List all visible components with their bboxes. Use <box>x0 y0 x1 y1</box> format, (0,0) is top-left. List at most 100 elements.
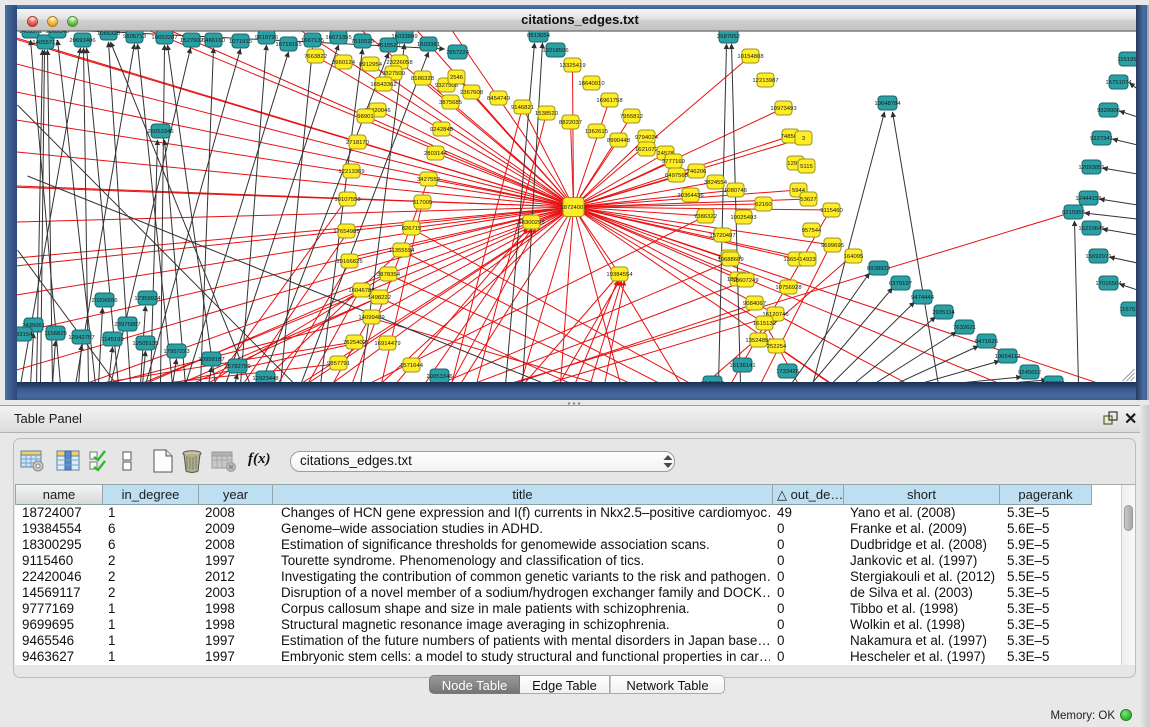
svg-text:2069140: 2069140 <box>46 31 70 35</box>
svg-text:19384554: 19384554 <box>606 272 633 278</box>
svg-text:20691406: 20691406 <box>69 38 96 44</box>
svg-text:18724007: 18724007 <box>560 205 586 211</box>
svg-text:8990448: 8990448 <box>607 138 631 144</box>
svg-text:14923: 14923 <box>799 257 816 263</box>
svg-text:1065328: 1065328 <box>97 31 121 37</box>
svg-text:9794024: 9794024 <box>635 135 659 141</box>
svg-text:12213987: 12213987 <box>752 78 778 84</box>
svg-text:7955812: 7955812 <box>620 114 643 120</box>
svg-text:6497568: 6497568 <box>665 173 689 179</box>
svg-text:3427552: 3427552 <box>417 177 440 183</box>
svg-text:2546: 2546 <box>449 75 463 81</box>
svg-text:26053346: 26053346 <box>147 129 174 135</box>
svg-text:9245652: 9245652 <box>1018 370 1041 376</box>
svg-text:15692971: 15692971 <box>1085 254 1111 260</box>
svg-text:19166825: 19166825 <box>336 259 363 265</box>
svg-text:10719155: 10719155 <box>275 42 302 48</box>
svg-text:7625402: 7625402 <box>343 340 366 346</box>
svg-text:1071915: 1071915 <box>229 39 253 45</box>
svg-text:9619796: 9619796 <box>255 35 279 41</box>
svg-text:164095: 164095 <box>843 254 863 260</box>
svg-text:1145193: 1145193 <box>101 337 124 343</box>
svg-text:1151958: 1151958 <box>1117 57 1136 63</box>
svg-text:10756928: 10756928 <box>775 285 802 291</box>
svg-text:98901: 98901 <box>357 114 373 120</box>
svg-text:16033809: 16033809 <box>391 34 417 40</box>
svg-text:10973493: 10973493 <box>770 106 797 112</box>
svg-text:9084067: 9084067 <box>743 301 766 307</box>
svg-text:12093851: 12093851 <box>1078 165 1104 171</box>
svg-text:8454749: 8454749 <box>487 96 510 102</box>
svg-text:15751074: 15751074 <box>1105 80 1132 86</box>
svg-text:1538520: 1538520 <box>535 111 559 117</box>
svg-text:9115460: 9115460 <box>820 208 843 214</box>
svg-text:746206: 746206 <box>686 169 706 175</box>
svg-text:10654112: 10654112 <box>994 354 1020 360</box>
svg-text:15720407: 15720407 <box>709 233 735 239</box>
svg-text:16961758: 16961758 <box>596 98 623 104</box>
svg-text:17016504: 17016504 <box>1095 281 1122 287</box>
svg-text:933154: 933154 <box>17 332 33 338</box>
svg-text:23226058: 23226058 <box>386 60 413 66</box>
svg-text:12505135: 12505135 <box>132 341 159 347</box>
svg-text:1733426: 1733426 <box>776 369 800 375</box>
svg-text:7515526: 7515526 <box>351 39 375 45</box>
svg-text:7857224: 7857224 <box>446 50 470 56</box>
svg-text:2935114: 2935114 <box>932 310 955 316</box>
svg-text:17957223: 17957223 <box>163 349 190 355</box>
svg-text:18607249: 18607249 <box>732 278 758 284</box>
svg-text:1167533: 1167533 <box>1119 307 1136 313</box>
svg-text:9329906: 9329906 <box>1097 108 1121 114</box>
svg-text:1621072: 1621072 <box>635 147 658 153</box>
svg-text:9327509: 9327509 <box>382 71 405 77</box>
svg-text:2718170: 2718170 <box>346 140 370 146</box>
svg-text:11355594: 11355594 <box>388 248 414 254</box>
svg-text:17359924: 17359924 <box>134 296 161 302</box>
svg-text:9146821: 9146821 <box>511 105 534 111</box>
svg-text:16671355: 16671355 <box>325 35 352 41</box>
svg-text:13325419: 13325419 <box>559 63 585 69</box>
svg-text:1498222: 1498222 <box>368 295 391 301</box>
svg-text:8822037: 8822037 <box>559 120 582 126</box>
svg-text:9699695: 9699695 <box>821 243 845 249</box>
svg-text:3875685: 3875685 <box>439 100 463 106</box>
svg-text:9857791: 9857791 <box>327 361 350 367</box>
svg-text:1667135: 1667135 <box>301 38 325 44</box>
svg-text:8186328: 8186328 <box>411 76 435 82</box>
svg-text:9245012: 9245012 <box>701 381 724 382</box>
svg-text:252254: 252254 <box>766 344 786 350</box>
svg-text:1405571: 1405571 <box>19 31 42 35</box>
svg-text:9605713: 9605713 <box>123 34 147 40</box>
svg-text:12213369: 12213369 <box>338 169 364 175</box>
svg-text:53627: 53627 <box>800 197 816 203</box>
svg-text:16914479: 16914479 <box>374 341 400 347</box>
svg-text:14055712: 14055712 <box>32 40 58 46</box>
svg-text:18640910: 18640910 <box>578 81 605 87</box>
svg-text:16543362: 16543362 <box>370 82 396 88</box>
svg-text:1733921: 1733921 <box>1042 381 1065 382</box>
svg-text:1362615: 1362615 <box>585 129 609 135</box>
svg-text:62160: 62160 <box>755 202 772 208</box>
svg-text:10958187: 10958187 <box>198 357 224 363</box>
svg-text:3878354: 3878354 <box>377 272 401 278</box>
svg-text:19218506: 19218506 <box>542 48 569 54</box>
svg-text:8215955: 8215955 <box>1062 210 1086 216</box>
svg-text:23975887: 23975887 <box>114 322 140 328</box>
svg-text:16210645: 16210645 <box>1078 226 1105 232</box>
svg-text:10107553: 10107553 <box>334 197 361 203</box>
svg-text:10154808: 10154808 <box>737 54 764 60</box>
svg-text:8938923: 8938923 <box>867 266 891 272</box>
svg-text:8813054: 8813054 <box>527 33 551 39</box>
svg-text:957544: 957544 <box>801 228 821 234</box>
svg-text:7386322: 7386322 <box>694 214 717 220</box>
svg-text:1080746: 1080746 <box>724 188 748 194</box>
svg-text:8471626: 8471626 <box>975 339 999 345</box>
svg-text:1156829: 1156829 <box>44 331 67 337</box>
svg-text:8912954: 8912954 <box>359 62 383 68</box>
svg-text:2687652: 2687652 <box>717 34 740 40</box>
svg-text:16782759: 16782759 <box>224 364 250 370</box>
svg-text:12923448: 12923448 <box>252 376 279 382</box>
svg-text:10653287: 10653287 <box>151 35 177 41</box>
svg-text:10688609: 10688609 <box>717 257 743 263</box>
svg-text:826715: 826715 <box>401 226 421 232</box>
